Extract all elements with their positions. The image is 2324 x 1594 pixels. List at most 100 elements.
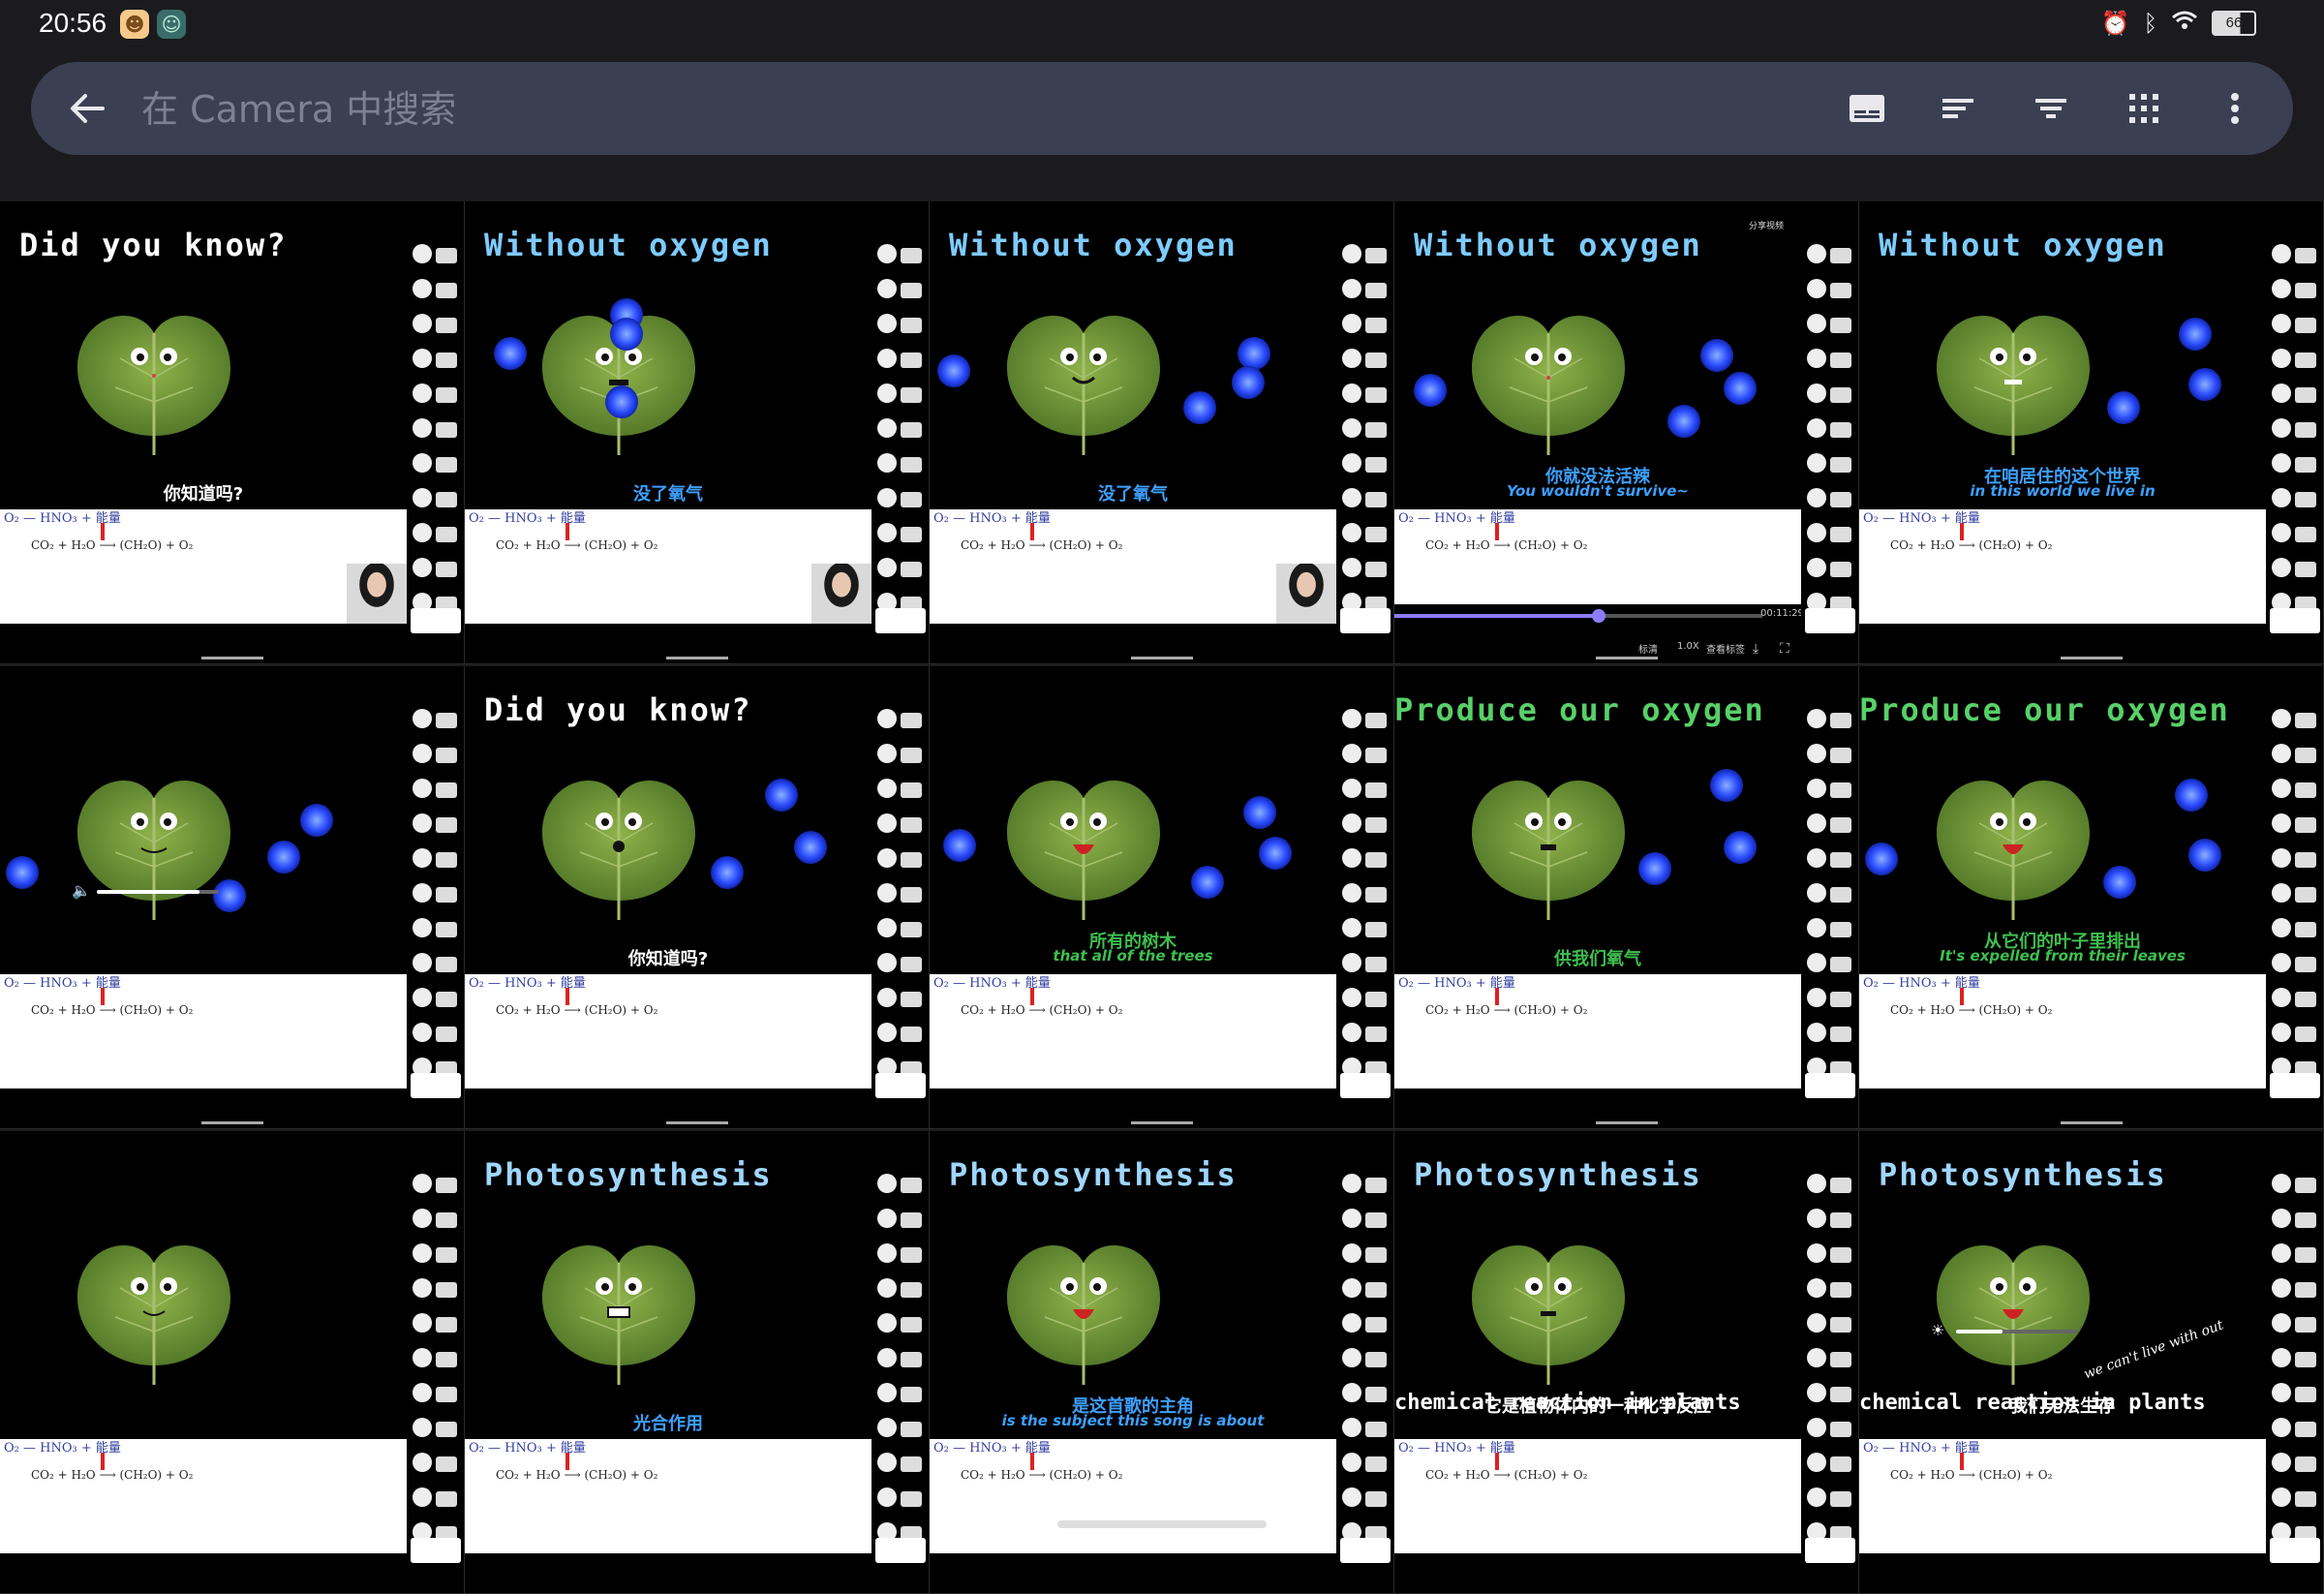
video-frame: Photosynthesis 光合作用 [465, 1131, 872, 1439]
video-title-text: Produce our oxygen [1394, 691, 1765, 728]
strip-tag [436, 1352, 457, 1367]
strip-tag [1365, 1352, 1387, 1367]
strip-dot-icon [1807, 558, 1826, 577]
slide-sidebar-strip [2266, 201, 2323, 663]
strip-tag [1830, 887, 1851, 903]
strip-tag [1830, 1178, 1851, 1193]
strip-input-box [2270, 608, 2320, 633]
filter-icon[interactable] [2028, 85, 2074, 132]
strip-tag [1365, 713, 1387, 728]
video-frame: Did you know? 你知道吗? [0, 201, 407, 509]
video-player-controls[interactable]: 00:11:29 标清 1.0X 查看标签 ⤓ ⛶ [1394, 604, 1804, 663]
slide-sidebar-strip [872, 666, 929, 1128]
volume-slider[interactable]: 🔈 [72, 881, 227, 903]
oxygen-bubble [494, 337, 527, 370]
formula-slide: O₂ — HNO₃ + 能量 CO₂ + H₂O ⟶ (CH₂O) + O₂ [930, 974, 1336, 1088]
status-time: 20:56 [39, 8, 107, 38]
strip-dot-icon [1807, 1313, 1826, 1333]
strip-dot-icon [413, 1383, 432, 1402]
strip-dot-icon [877, 558, 897, 577]
strip-tag [436, 922, 457, 937]
strip-dot-icon [1807, 314, 1826, 333]
formula-slide: O₂ — HNO₃ + 能量 CO₂ + H₂O ⟶ (CH₂O) + O₂ [930, 509, 1336, 624]
subtitle-english: chemical reaction in plants [1859, 1391, 2206, 1415]
grid-view-icon[interactable] [2121, 85, 2167, 132]
speed-button[interactable]: 1.0X [1677, 641, 1699, 652]
strip-dot-icon [1342, 988, 1361, 1007]
video-thumbnail[interactable]: Did you know? 你知道吗? O₂ — HNO₃ + 能量 CO₂ +… [465, 666, 930, 1129]
strip-dot-icon [1807, 383, 1826, 403]
thumbnail-handle-line [1596, 1121, 1658, 1124]
video-thumbnail[interactable]: Produce our oxygen 从它们的叶子里排出 It's expelle… [1859, 666, 2324, 1129]
leaf-character [536, 1220, 701, 1387]
video-thumbnail[interactable]: O₂ — HNO₃ + 能量 CO₂ + H₂O ⟶ (CH₂O) + O₂ [0, 1131, 465, 1594]
strip-tag [1830, 852, 1851, 868]
thumbnail-handle-line [1596, 657, 1658, 659]
fullscreen-icon[interactable]: ⛶ [1780, 641, 1789, 657]
strip-tag [1830, 527, 1851, 542]
strip-dot-icon [1807, 523, 1826, 542]
formula-slide: O₂ — HNO₃ + 能量 CO₂ + H₂O ⟶ (CH₂O) + O₂ [465, 974, 872, 1088]
slider-fill [1956, 1330, 2003, 1333]
strip-tag [1365, 852, 1387, 868]
strip-dot-icon [1342, 279, 1361, 298]
leaf-character [1001, 755, 1166, 922]
leaf-character [1931, 291, 2095, 457]
search-input[interactable] [139, 79, 1112, 139]
video-title-text: Produce our oxygen [1859, 691, 2230, 728]
strip-tag [436, 527, 457, 542]
brightness-slider[interactable]: ☀ [1931, 1321, 2086, 1342]
subtitle-english: You wouldn't survive~ [1507, 482, 1689, 500]
back-arrow-icon[interactable] [64, 85, 110, 132]
subtitles-icon[interactable] [1844, 85, 1890, 132]
strip-dot-icon [2272, 558, 2291, 577]
formula-slide: O₂ — HNO₃ + 能量 CO₂ + H₂O ⟶ (CH₂O) + O₂ [1859, 509, 2266, 624]
strip-dot-icon [1807, 244, 1826, 263]
video-thumbnail[interactable]: Photosynthesis 我们无法生存 chemical reaction i… [1859, 1131, 2324, 1594]
video-thumbnail[interactable]: Did you know? 你知道吗? O₂ — HNO₃ + 能量 CO₂ +… [0, 201, 465, 664]
alarm-icon: ⏰ [2100, 10, 2130, 37]
strip-input-box [875, 1538, 926, 1563]
sort-icon[interactable] [1935, 85, 1981, 132]
strip-tag [1365, 353, 1387, 368]
strip-dot-icon [877, 1174, 897, 1193]
strip-tag [901, 887, 922, 903]
oxygen-bubble [1724, 372, 1757, 405]
gesture-navigation-bar[interactable] [1057, 1520, 1267, 1528]
quality-button[interactable]: 标清 [1638, 641, 1658, 656]
more-vert-icon[interactable] [2212, 85, 2258, 132]
download-icon[interactable]: ⤓ [1753, 641, 1758, 657]
strip-dot-icon [1807, 1278, 1826, 1298]
strip-dot-icon [1342, 349, 1361, 368]
slide-sidebar-strip [2266, 666, 2323, 1128]
video-title-text: Without oxygen [949, 227, 1238, 263]
strip-dot-icon [1342, 1383, 1361, 1402]
strip-dot-icon [1342, 383, 1361, 403]
share-video-label[interactable]: 分享视频 [1749, 219, 1784, 231]
video-thumbnail[interactable]: Without oxygen 没了氧气 O₂ — HNO₃ + 能量 CO₂ +… [465, 201, 930, 664]
strip-dot-icon [877, 918, 897, 937]
video-thumbnail[interactable]: Photosynthesis 它是植物体内的一种化学反应 chemical rea… [1394, 1131, 1859, 1594]
thumbnail-handle-line [201, 657, 263, 659]
formula-equation: CO₂ + H₂O ⟶ (CH₂O) + O₂ [961, 538, 1123, 552]
seek-knob[interactable] [1592, 609, 1605, 623]
strip-dot-icon [413, 488, 432, 507]
video-thumbnail[interactable]: Without oxygen 你就没法活辣 You wouldn't surviv… [1394, 201, 1859, 664]
video-thumbnail[interactable]: Photosynthesis 光合作用 O₂ — HNO₃ + 能量 CO₂ +… [465, 1131, 930, 1594]
oxygen-bubble [2175, 779, 2208, 812]
strip-tag [436, 492, 457, 507]
strip-dot-icon [2272, 244, 2291, 263]
strip-dot-icon [1807, 709, 1826, 728]
video-thumbnail[interactable]: Without oxygen 没了氧气 O₂ — HNO₃ + 能量 CO₂ +… [930, 201, 1394, 664]
strip-dot-icon [413, 1023, 432, 1042]
video-thumbnail[interactable]: Without oxygen 在咱居住的这个世界 in this world we… [1859, 201, 2324, 664]
video-thumbnail[interactable]: Produce our oxygen 供我们氧气 O₂ — HNO₃ + 能量 … [1394, 666, 1859, 1129]
video-thumbnail[interactable]: 所有的树木 that all of the trees O₂ — HNO₃ + 能… [930, 666, 1394, 1129]
strip-dot-icon [1342, 744, 1361, 763]
strip-dot-icon [1342, 1243, 1361, 1263]
formula-slide: O₂ — HNO₃ + 能量 CO₂ + H₂O ⟶ (CH₂O) + O₂ [0, 974, 407, 1088]
strip-dot-icon [877, 813, 897, 833]
tags-button[interactable]: 查看标签 [1706, 641, 1745, 656]
strip-dot-icon [1807, 918, 1826, 937]
video-thumbnail[interactable]: 🔈 O₂ — HNO₃ + 能量 CO₂ + H₂O ⟶ (CH₂O) + O₂ [0, 666, 465, 1129]
